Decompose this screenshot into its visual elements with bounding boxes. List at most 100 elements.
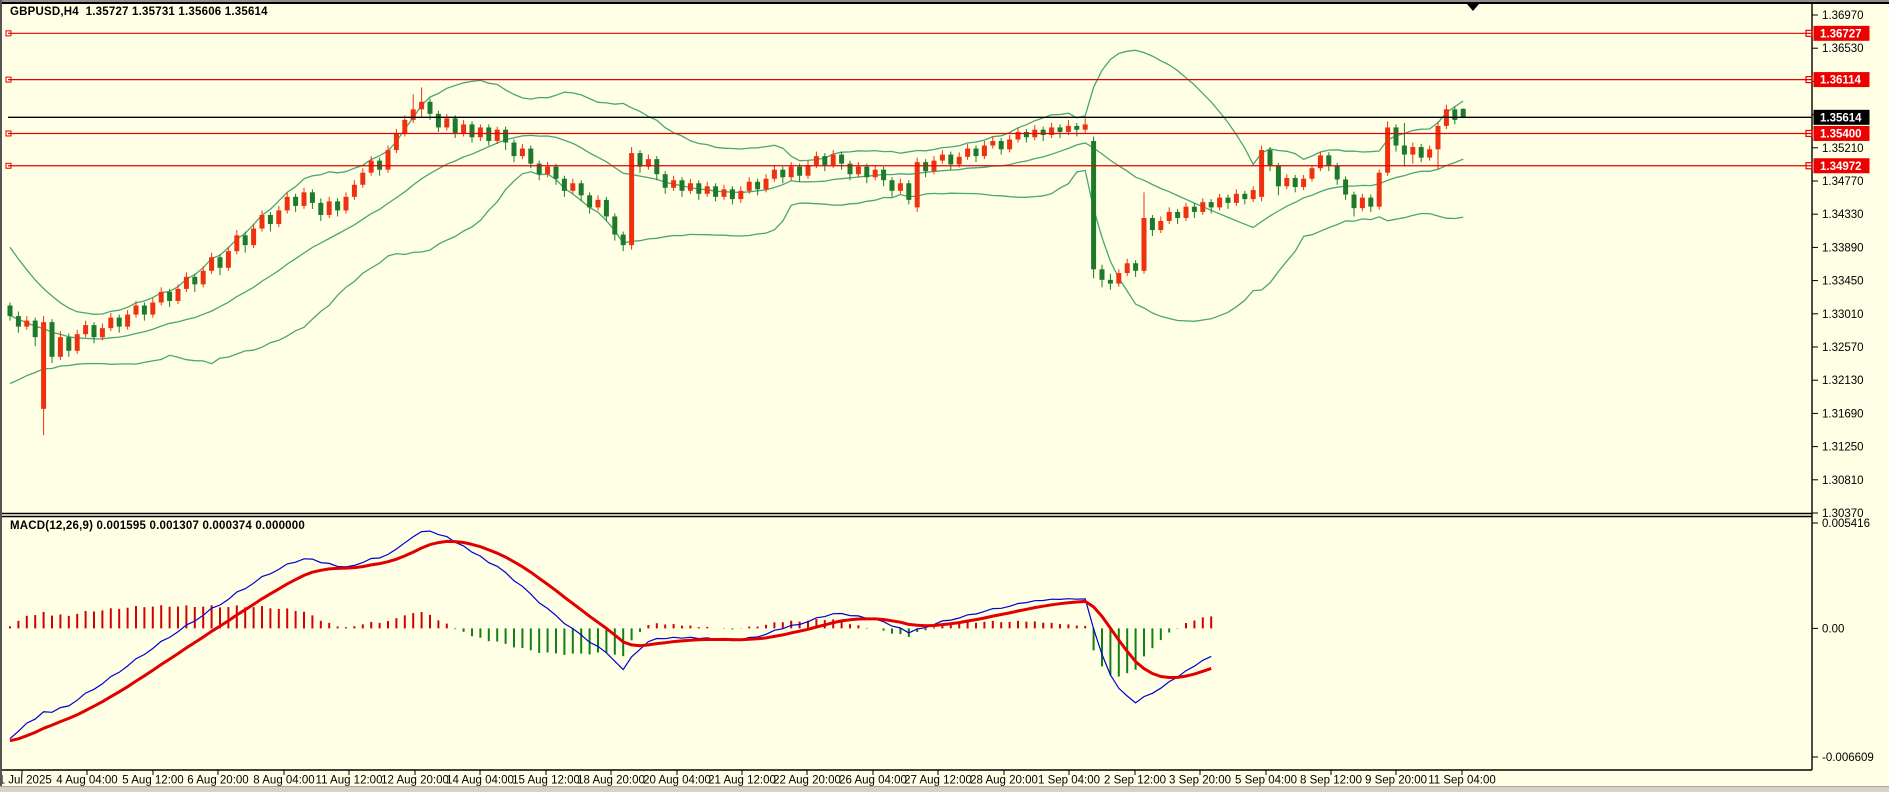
candle-bear	[1058, 127, 1063, 132]
candle-bull	[285, 197, 290, 211]
candle-bull	[873, 170, 878, 178]
axis-tick-label: 1.34770	[1822, 176, 1864, 188]
time-axis-label: 4 Aug 04:00	[56, 775, 117, 787]
candle-bear	[1041, 130, 1046, 135]
candle-bear	[318, 203, 323, 215]
candle-bear	[680, 180, 685, 191]
candle-bull	[125, 315, 130, 327]
candle-bear	[696, 183, 701, 194]
candle-bear	[1293, 178, 1298, 187]
time-axis-label: 11 Aug 12:00	[316, 775, 383, 787]
candle-bear	[923, 162, 928, 171]
chart-canvas[interactable]: 1.369701.365301.360901.356501.352101.347…	[0, 0, 1889, 792]
candle-bull	[722, 189, 727, 197]
candle-bear	[1108, 280, 1113, 284]
candle-bull	[369, 161, 374, 173]
candle-bear	[142, 306, 147, 315]
candle-bull	[411, 109, 416, 120]
time-axis-label: 6 Aug 20:00	[187, 775, 248, 787]
candle-bull	[596, 200, 601, 208]
candle-bull	[352, 185, 357, 197]
candle-bull	[1377, 173, 1382, 207]
candle-bull	[1200, 202, 1205, 212]
time-axis-label: 8 Aug 04:00	[253, 775, 314, 787]
candle-bear	[1133, 263, 1138, 271]
candle-bull	[184, 277, 189, 289]
candle-bear	[1091, 141, 1096, 269]
candle-bull	[1251, 190, 1256, 199]
candle-bull	[444, 118, 449, 127]
candle-bull	[1217, 198, 1222, 208]
candle-bull	[41, 322, 46, 409]
time-axis-label: 3 Sep 20:00	[1169, 775, 1231, 787]
current-price-label-text: 1.35614	[1820, 112, 1862, 124]
candle-bear	[713, 186, 718, 197]
candle-bull	[764, 179, 769, 190]
time-axis-label: 11 Sep 04:00	[1428, 775, 1496, 787]
candle-bull	[209, 257, 214, 271]
candle-bull	[1410, 147, 1415, 155]
bollinger-bands	[10, 50, 1463, 383]
candle-bull	[738, 191, 743, 199]
macd-main-line	[10, 531, 1211, 739]
candle-bear	[192, 277, 197, 285]
candle-bear	[730, 189, 735, 199]
candle-bull	[83, 325, 88, 334]
candle-bear	[436, 114, 441, 128]
candle-bear	[554, 167, 559, 179]
time-axis-label: 27 Aug 12:00	[904, 775, 972, 787]
candle-bull	[789, 167, 794, 178]
candle-bear	[1343, 179, 1348, 194]
candle-bull	[570, 183, 575, 191]
candle-bull	[688, 183, 693, 191]
candle-bull	[134, 306, 139, 315]
candle-bull	[1310, 168, 1315, 179]
candle-bull	[806, 165, 811, 176]
axis-tick-label: 1.36970	[1822, 10, 1864, 22]
time-axis-label: 9 Sep 20:00	[1365, 775, 1427, 787]
candle-bear	[562, 179, 567, 191]
candle-bear	[16, 316, 21, 327]
candle-bull	[360, 173, 365, 185]
candle-bull	[520, 149, 525, 157]
candle-bull	[1167, 212, 1172, 221]
axis-tick-label: 1.33010	[1822, 309, 1864, 321]
candle-bear	[486, 127, 491, 141]
candle-bear	[974, 149, 979, 157]
time-axis-label: 31 Jul 2025	[0, 775, 52, 787]
axis-tick-label: -0.006609	[1822, 752, 1874, 764]
candle-bull	[24, 321, 29, 327]
candle-bear	[1209, 202, 1214, 207]
candle-bear	[1394, 127, 1399, 145]
horizontal-lines-layer[interactable]	[6, 31, 1812, 168]
candle-bear	[604, 200, 609, 217]
chart-window[interactable]: GBPUSD,H4 1.35727 1.35731 1.35606 1.3561…	[0, 0, 1889, 792]
time-axis-label: 2 Sep 12:00	[1104, 775, 1166, 787]
candle-bull	[495, 130, 500, 141]
candle-bear	[453, 118, 458, 133]
candle-bull	[461, 124, 466, 133]
time-axis-label: 26 Aug 04:00	[839, 775, 907, 787]
candle-bull	[327, 201, 332, 215]
candle-bull	[957, 157, 962, 165]
candle-bear	[587, 195, 592, 207]
time-axis-label: 21 Aug 12:00	[708, 775, 776, 787]
candle-bear	[1242, 194, 1247, 199]
candle-bull	[386, 150, 391, 170]
axis-tick-label: 1.32130	[1822, 375, 1864, 387]
candle-bull	[705, 186, 710, 194]
candle-bull	[1125, 263, 1130, 273]
candle-bull	[772, 170, 777, 179]
candles-layer	[8, 87, 1466, 435]
candle-bull	[898, 183, 903, 191]
candle-bear	[66, 337, 71, 351]
candle-bull	[201, 271, 206, 285]
candle-bull	[1234, 194, 1239, 203]
candle-bear	[335, 201, 340, 210]
candle-bear	[1461, 109, 1466, 118]
candle-bull	[747, 182, 752, 191]
candle-bear	[1175, 212, 1180, 218]
chart-shift-marker-icon[interactable]	[1467, 4, 1479, 11]
time-axis-label: 15 Aug 12:00	[512, 775, 580, 787]
candle-bull	[1259, 150, 1264, 197]
